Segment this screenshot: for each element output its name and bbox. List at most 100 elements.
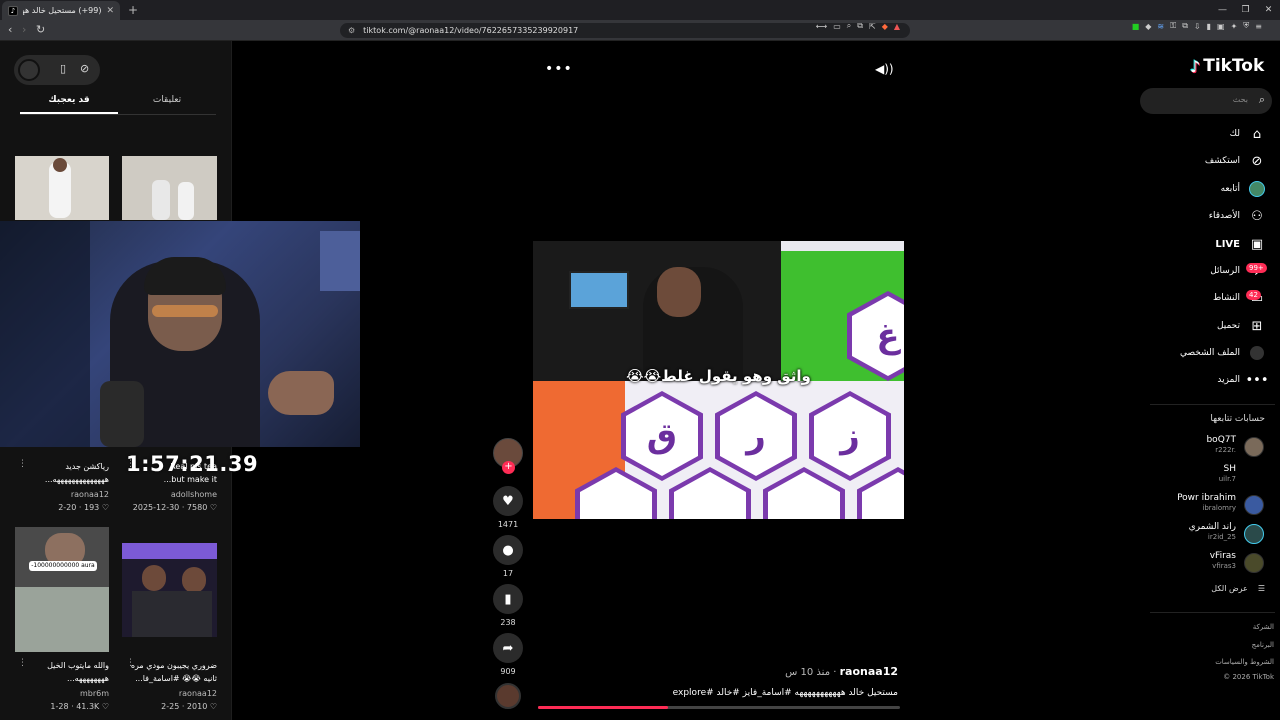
comment-count: 17 <box>502 569 514 578</box>
see-all-button[interactable]: ☰ عرض الكل <box>1211 584 1265 593</box>
video-caption[interactable]: Real pls tea <box>122 460 217 473</box>
site-info-icon[interactable]: ⚙ <box>348 26 355 35</box>
brave-shield-icon[interactable]: ◆ <box>882 22 888 31</box>
close-window-icon[interactable]: ✕ <box>1257 0 1280 20</box>
following-account[interactable]: vFiras vfiras3 <box>1124 551 1264 575</box>
cast-icon[interactable]: ▭ <box>833 22 841 31</box>
footer-link-company[interactable]: الشركة <box>1180 623 1280 631</box>
avatar <box>1244 495 1264 515</box>
reload-icon[interactable]: ↻ <box>36 23 45 36</box>
minimize-icon[interactable]: — <box>1211 0 1234 20</box>
downloads-icon[interactable]: ⇩ <box>1194 22 1201 31</box>
related-video-thumbnail-4[interactable] <box>122 543 217 637</box>
video-author[interactable]: mbr6m <box>14 687 109 700</box>
share-icon[interactable]: ⇱ <box>869 22 876 31</box>
video-author[interactable]: raonaa12 <box>14 488 109 501</box>
avatar <box>1244 553 1264 573</box>
video-caption[interactable]: ضروري يجيبون مودي مره <box>122 659 217 672</box>
sidebar-item-friends[interactable]: ⚇ الأصدقاء <box>1209 206 1266 226</box>
related-video-thumbnail-2[interactable] <box>122 156 217 220</box>
save-action: ▮ 238 <box>493 584 523 627</box>
video-likes: 193 <box>84 503 100 512</box>
mini-player-pill[interactable]: ▯ ⊘ <box>14 55 100 85</box>
sidebar-item-following[interactable]: أتابعه <box>1221 179 1266 199</box>
following-account[interactable]: SH uilr.7 <box>1124 464 1264 488</box>
follow-plus-icon[interactable]: + <box>502 461 515 474</box>
volume-icon[interactable]: ◀)) <box>875 62 894 76</box>
sidebar-item-more[interactable]: ••• المزيد <box>1217 370 1268 390</box>
like-count: 1471 <box>497 520 519 529</box>
translate-icon[interactable]: ⟷ <box>816 22 827 31</box>
extensions-icon[interactable]: ⧉ <box>1182 21 1188 31</box>
brave-rewards-icon[interactable]: ▲ <box>894 22 900 31</box>
video-caption-2[interactable]: ...but make it <box>122 473 217 486</box>
sidebar-item-live[interactable]: ▣ LIVE <box>1215 234 1266 254</box>
video-caption[interactable]: والله مايتوب الخيل <box>14 659 109 672</box>
divider <box>1150 612 1275 613</box>
extension-diamond-icon[interactable]: ◆ <box>1145 22 1151 31</box>
avatar[interactable] <box>18 59 40 81</box>
tab-comments[interactable]: تعليقات <box>118 91 216 114</box>
tab-you-may-like[interactable]: قد يعجبك <box>20 91 118 114</box>
following-section-title: حسابات تتابعها <box>1210 414 1265 424</box>
back-icon[interactable]: ‹ <box>8 23 12 36</box>
close-tab-icon[interactable]: ✕ <box>106 6 114 16</box>
video-caption[interactable]: رياكشن جديد <box>14 460 109 473</box>
list-icon: ☰ <box>1257 584 1265 593</box>
wallet-icon[interactable]: ▣ <box>1217 22 1225 31</box>
more-options-icon[interactable]: ••• <box>545 61 573 77</box>
comment-icon[interactable]: ● <box>493 535 523 565</box>
post-time: منذ 10 س <box>785 667 831 678</box>
video-caption-2[interactable]: ...ههههههههههههههه <box>14 473 109 486</box>
footer-link-program[interactable]: البرنامج <box>1180 641 1280 649</box>
sidebar-item-for-you[interactable]: ⌂ لك <box>1230 124 1266 144</box>
author-name[interactable]: raonaa12 <box>840 665 898 678</box>
forward-icon[interactable]: › <box>22 23 26 36</box>
url-text: tiktok.com/@raonaa12/video/7622657335239… <box>363 26 579 35</box>
sidebar-item-explore[interactable]: ⊘ استكشف <box>1205 151 1266 171</box>
video-author[interactable]: adollshome <box>122 488 217 501</box>
extension-lock-icon[interactable]: ⚿ <box>1170 21 1176 31</box>
music-disc-icon[interactable] <box>495 683 521 709</box>
tiktok-logo[interactable]: ♪ TikTok <box>1190 56 1264 76</box>
bookmark-icon[interactable]: ▮ <box>493 584 523 614</box>
avatar <box>1244 524 1264 544</box>
leo-icon[interactable]: ✦ <box>1231 22 1238 31</box>
video-author[interactable]: raonaa12 <box>122 687 217 700</box>
new-tab-icon[interactable]: + <box>128 3 138 17</box>
related-video-thumbnail-1[interactable] <box>15 156 109 220</box>
zoom-icon[interactable]: ⌕ <box>847 21 851 31</box>
browser-tab[interactable]: ♪ (99+) مستحيل خالد هههههههههه ✕ <box>2 1 120 20</box>
following-account[interactable]: Powr ibrahim ibralomry <box>1124 493 1264 517</box>
footer-link-terms[interactable]: الشروط والسياسات <box>1180 658 1280 666</box>
sidebar-item-label: LIVE <box>1215 238 1240 250</box>
menu-icon[interactable]: ≡ <box>1255 22 1262 31</box>
share-icon[interactable]: ➦ <box>493 633 523 663</box>
sidebar-toggle-icon[interactable]: ▮ <box>1207 22 1211 31</box>
search-input[interactable]: بحث ⌕ <box>1140 88 1272 114</box>
following-account[interactable]: راند الشمري ir2id_25 <box>1124 522 1264 546</box>
following-account[interactable]: boQ7T r222r. <box>1124 435 1264 459</box>
sidebar-item-profile[interactable]: الملف الشخصي <box>1180 343 1266 363</box>
heart-icon[interactable]: ♥ <box>493 486 523 516</box>
video-caption-2[interactable]: ...ههههههههه <box>14 672 109 685</box>
search-icon[interactable]: ⌕ <box>1259 93 1265 107</box>
vpn-icon[interactable]: ⛨ <box>1243 21 1249 31</box>
related-video-thumbnail-3[interactable]: -100000000000 aura <box>15 527 109 652</box>
live-icon: ▣ <box>1250 236 1264 252</box>
video-description[interactable]: مستحيل خالد هههههههههههه #اسامة_فايز #خا… <box>540 688 898 698</box>
extension-green-icon[interactable]: ■ <box>1132 22 1140 31</box>
related-video-meta-4: ضروري يجيبون مودي مره ...ثانيه 😭😭 #اسامة… <box>122 659 217 713</box>
video-progress-bar[interactable] <box>538 706 900 709</box>
streamer-webcam-overlay <box>0 221 360 447</box>
extension-wave-icon[interactable]: ≋ <box>1157 22 1164 31</box>
video-player[interactable]: غ ق ر ز واثق وهو يقول غلط😭😭 <box>533 241 904 519</box>
compass-small-icon[interactable]: ⊘ <box>80 62 89 75</box>
sidebar-item-upload[interactable]: ⊞ تحميل <box>1217 316 1266 336</box>
hex-letter: غ <box>852 296 904 376</box>
maximize-icon[interactable]: ❐ <box>1234 0 1257 20</box>
video-caption-2[interactable]: ...ثانيه 😭😭 #اسامة_فا <box>122 672 217 685</box>
upload-icon: ⊞ <box>1251 318 1263 334</box>
phone-icon[interactable]: ▯ <box>60 62 66 75</box>
install-icon[interactable]: ⧉ <box>857 21 863 31</box>
